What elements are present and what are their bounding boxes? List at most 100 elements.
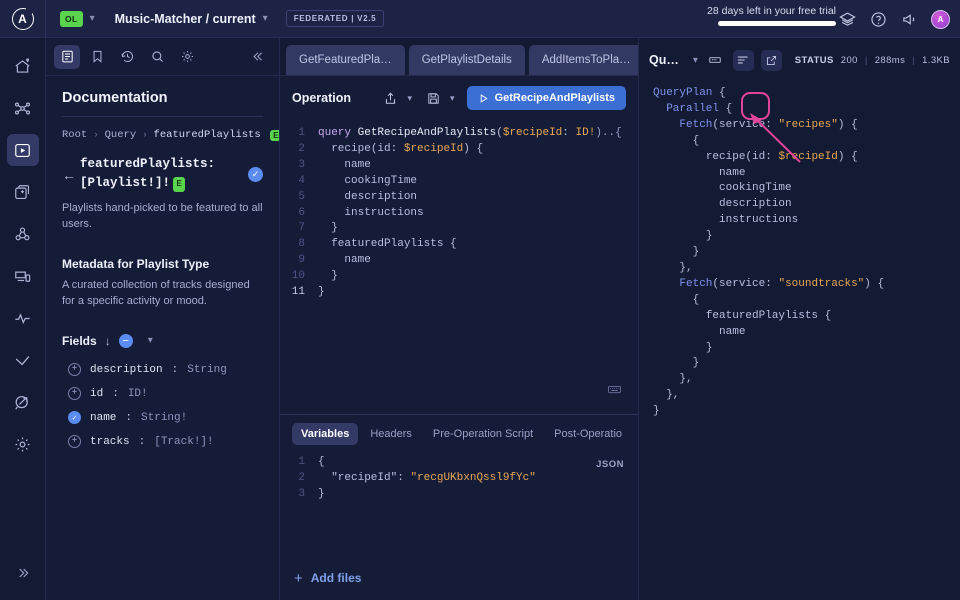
sidebar-item-graph[interactable]	[7, 92, 39, 124]
tab-post-operation-script[interactable]: Post-Operatio	[545, 423, 631, 445]
sidebar-item-explorer[interactable]	[7, 134, 39, 166]
add-field-icon[interactable]: +	[68, 363, 81, 376]
code-line: description	[653, 197, 960, 213]
tab-headers[interactable]: Headers	[361, 423, 421, 445]
sidebar-item-checks[interactable]	[7, 344, 39, 376]
field-name: featuredPlaylists:	[80, 157, 215, 171]
format-icon[interactable]	[733, 50, 754, 71]
line-number: 11	[280, 285, 314, 301]
code-text: name	[314, 253, 638, 269]
breadcrumb-query[interactable]: Query	[105, 129, 137, 141]
sidebar-item-clients[interactable]	[7, 260, 39, 292]
field-selected-check-icon[interactable]: ✓	[248, 167, 263, 182]
tab-label: AddItemsToPla…	[542, 54, 631, 66]
save-icon[interactable]	[424, 89, 442, 107]
breadcrumb-root[interactable]: Root	[62, 129, 87, 141]
add-files-button[interactable]: + Add files	[280, 556, 638, 600]
query-editor[interactable]: 1query GetRecipeAndPlaylists($recipeId: …	[280, 120, 638, 414]
bookmark-icon[interactable]	[84, 45, 110, 69]
code-line: 8 featuredPlaylists {	[280, 237, 638, 253]
response-chevron-down-icon[interactable]: ▾	[693, 55, 698, 66]
keyboard-icon[interactable]	[607, 382, 622, 404]
share-icon[interactable]	[382, 89, 400, 107]
save-chevron-down-icon[interactable]: ▾	[450, 93, 455, 104]
code-line: Fetch(service: "recipes") {	[653, 118, 960, 134]
trial-label: 28 days left in your free trial	[707, 5, 836, 17]
code-line: Fetch(service: "soundtracks") {	[653, 277, 960, 293]
field-selected-check-icon[interactable]: ✓	[68, 411, 81, 424]
field-item-name: name	[90, 412, 116, 424]
sidebar-item-home[interactable]	[7, 50, 39, 82]
response-panel-title[interactable]: Qu…	[649, 53, 679, 67]
federation-badge: FEDERATED | V2.5	[286, 10, 385, 27]
code-line: 10 }	[280, 269, 638, 285]
divider: |	[912, 55, 915, 66]
gear-icon[interactable]	[174, 45, 200, 69]
code-text: {	[314, 455, 638, 471]
documentation-body: Documentation Root › Query › featuredPla…	[46, 76, 279, 454]
response-status: STATUS 200 | 288ms | 1.3KB	[795, 55, 950, 66]
list-item[interactable]: ✓ name: String!	[62, 406, 263, 430]
tab-pre-operation-script[interactable]: Pre-Operation Script	[424, 423, 542, 445]
operation-toolbar: Operation ▾ ▾	[280, 76, 638, 120]
code-line: 11}	[280, 285, 638, 301]
app-logo[interactable]: A	[0, 0, 46, 38]
collapse-panel-button[interactable]	[245, 45, 271, 69]
add-field-icon[interactable]: +	[68, 435, 81, 448]
sidebar-item-subgraphs[interactable]	[7, 218, 39, 250]
operation-title: Operation	[292, 91, 351, 105]
avatar-initial: A	[938, 15, 944, 24]
sidebar-item-launches[interactable]	[7, 386, 39, 418]
docs-icon[interactable]	[54, 45, 80, 69]
sort-descending-icon[interactable]: ↓	[105, 334, 111, 348]
line-number: 2	[280, 142, 314, 158]
share-chevron-down-icon[interactable]: ▾	[408, 93, 413, 104]
open-external-icon[interactable]	[761, 50, 782, 71]
code-text: featuredPlaylists {	[314, 237, 638, 253]
layers-icon[interactable]	[838, 10, 856, 28]
list-item[interactable]: + id: ID!	[62, 382, 263, 406]
variables-editor[interactable]: JSON 1{ 2 "recipeId": "recgUKbxnQssl9fYc…	[280, 451, 638, 556]
query-plan-output[interactable]: QueryPlan { Parallel { Fetch(service: "r…	[639, 82, 960, 600]
org-badge[interactable]: OL	[60, 11, 83, 27]
user-avatar[interactable]: A	[931, 10, 950, 29]
code-line: }	[653, 341, 960, 357]
org-chevron-down-icon[interactable]: ▾	[90, 13, 95, 24]
field-title: featuredPlaylists: [Playlist!]!E	[80, 155, 248, 194]
code-text: instructions	[314, 206, 638, 222]
megaphone-icon[interactable]	[900, 10, 918, 28]
status-code: 200	[841, 55, 858, 66]
trial-status: 28 days left in your free trial	[707, 5, 836, 26]
add-field-icon[interactable]: +	[68, 387, 81, 400]
field-item-name: tracks	[90, 436, 130, 448]
line-number: 2	[280, 471, 314, 487]
code-line: recipe(id: $recipeId) {	[653, 150, 960, 166]
query-code[interactable]: 1query GetRecipeAndPlaylists($recipeId: …	[280, 120, 638, 414]
top-bar-icons: A	[838, 0, 950, 38]
sidebar-item-insights[interactable]	[7, 302, 39, 334]
plus-icon: +	[294, 570, 303, 587]
run-operation-button[interactable]: GetRecipeAndPlaylists	[467, 86, 626, 110]
sidebar-item-schema[interactable]	[7, 176, 39, 208]
project-chevron-down-icon[interactable]: ▾	[263, 13, 268, 24]
sidebar-item-settings[interactable]	[7, 428, 39, 460]
chevron-down-icon[interactable]: ▾	[148, 335, 153, 346]
project-breadcrumb[interactable]: Music-Matcher / current	[115, 12, 256, 26]
response-toolbar: Qu… ▾	[639, 38, 960, 82]
list-item[interactable]: + description: String	[62, 358, 263, 382]
search-icon[interactable]	[144, 45, 170, 69]
collapse-all-icon[interactable]: −	[119, 334, 133, 348]
history-icon[interactable]	[114, 45, 140, 69]
line-number: 7	[280, 221, 314, 237]
tab-variables[interactable]: Variables	[292, 423, 358, 445]
tab-get-playlist-details[interactable]: GetPlaylistDetails	[409, 45, 525, 75]
trial-progress-bar	[718, 21, 836, 26]
help-icon[interactable]	[869, 10, 887, 28]
panel-layout-icon[interactable]	[705, 50, 726, 71]
expand-rail-button[interactable]	[15, 565, 31, 586]
back-arrow-icon[interactable]: ←	[62, 155, 80, 183]
tab-get-featured-playlists[interactable]: GetFeaturedPla…	[286, 45, 405, 75]
list-item[interactable]: + tracks: [Track!]!	[62, 430, 263, 454]
tab-add-items-to-playlist[interactable]: AddItemsToPla…	[529, 45, 644, 75]
tab-label: GetFeaturedPla…	[299, 54, 392, 66]
